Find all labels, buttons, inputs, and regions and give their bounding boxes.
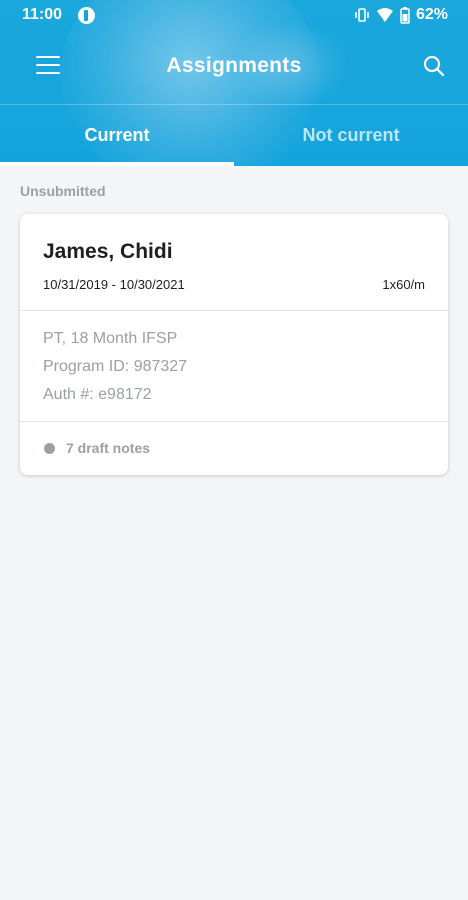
draft-notes-count: 7 draft notes [66, 440, 151, 456]
tab-label: Current [84, 125, 150, 145]
assignment-card[interactable]: James, Chidi 10/31/2019 - 10/30/2021 1x6… [20, 214, 448, 475]
status-indicators: 62% [354, 6, 448, 24]
service-type: PT, 18 Month IFSP [43, 330, 178, 347]
wifi-icon [376, 8, 393, 22]
tab-label: Not current [302, 125, 400, 145]
auth-number: Auth #: e98172 [43, 386, 152, 403]
client-name: James, Chidi [43, 240, 173, 263]
assignment-date-range: 10/31/2019 - 10/30/2021 [43, 277, 185, 292]
tab-bar: Current Not current [0, 105, 468, 166]
top-app-bar: Assignments [0, 32, 468, 104]
app-notification-icon [78, 7, 95, 24]
status-bar: 11:00 62% [0, 0, 468, 32]
draft-status-dot-icon [44, 443, 55, 454]
tab-current[interactable]: Current [0, 105, 234, 166]
assignment-frequency: 1x60/m [382, 277, 425, 292]
section-label: Unsubmitted [20, 183, 106, 199]
search-button[interactable] [422, 54, 446, 78]
search-icon [423, 55, 445, 77]
program-id: Program ID: 987327 [43, 358, 188, 375]
page-title: Assignments [166, 54, 302, 77]
tab-not-current[interactable]: Not current [234, 105, 468, 166]
card-divider [20, 421, 448, 422]
battery-icon [400, 6, 410, 24]
battery-percent: 62% [415, 6, 448, 23]
header: 11:00 62% Assignments Current Not curren… [0, 0, 468, 166]
active-tab-indicator [0, 162, 234, 166]
status-time: 11:00 [22, 6, 63, 23]
vibrate-icon [355, 8, 369, 22]
card-divider [20, 310, 448, 311]
